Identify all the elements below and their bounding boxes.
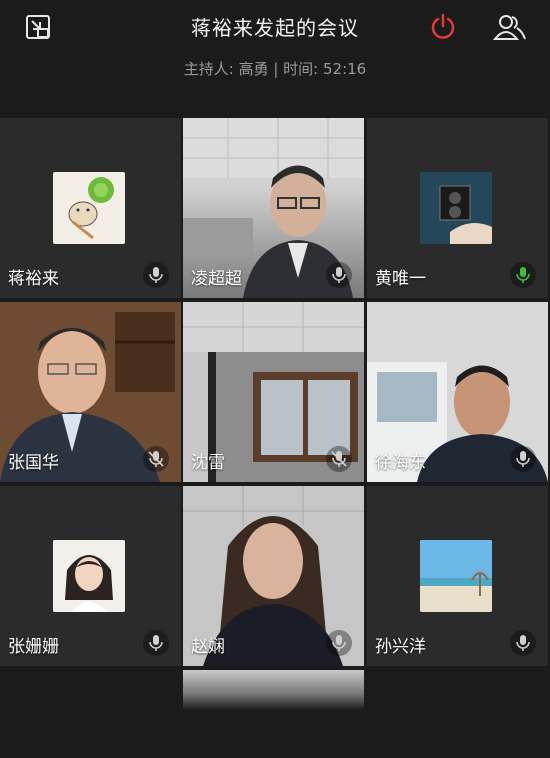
microphone-muted-icon: [143, 446, 169, 472]
microphone-icon: [326, 630, 352, 656]
avatar: [420, 172, 492, 244]
host-time-info: 主持人: 高勇 | 时间: 52:16: [183, 60, 367, 78]
meeting-title: 蒋裕来发起的会议: [191, 16, 359, 40]
microphone-icon: [143, 262, 169, 288]
partial-video-tile: [183, 670, 364, 710]
avatar: [53, 172, 125, 244]
participant-name: 沈雷: [191, 453, 225, 473]
participant-tile[interactable]: 张国华: [0, 302, 181, 482]
participant-tile[interactable]: 黄唯一: [367, 118, 548, 298]
participant-name: 张国华: [8, 453, 59, 473]
participant-tile[interactable]: 孙兴洋: [367, 486, 548, 666]
microphone-icon: [510, 630, 536, 656]
participant-name: 张姗姗: [8, 637, 59, 657]
avatar: [420, 540, 492, 612]
microphone-icon: [326, 262, 352, 288]
participant-grid: 蒋裕来 凌超超 黄唯一 张国华 沈雷 徐海东 张姗姗 赵娴 孙兴洋: [0, 118, 550, 758]
avatar: [53, 540, 125, 612]
participant-tile[interactable]: 沈雷: [183, 302, 364, 482]
participant-name: 孙兴洋: [375, 637, 426, 657]
participant-name: 蒋裕来: [8, 269, 59, 289]
microphone-icon: [510, 446, 536, 472]
participant-tile[interactable]: 张姗姗: [0, 486, 181, 666]
participant-tile[interactable]: 徐海东: [367, 302, 548, 482]
participant-name: 赵娴: [191, 637, 225, 657]
participant-tile[interactable]: 赵娴: [183, 486, 364, 666]
participant-name: 黄唯一: [375, 269, 426, 289]
microphone-active-icon: [510, 262, 536, 288]
members-icon[interactable]: [490, 10, 530, 44]
participant-name: 徐海东: [375, 453, 426, 473]
participant-tile[interactable]: 蒋裕来: [0, 118, 181, 298]
power-icon[interactable]: [426, 10, 460, 44]
microphone-icon: [143, 630, 169, 656]
participant-tile[interactable]: 凌超超: [183, 118, 364, 298]
meeting-header: 蒋裕来发起的会议 主持人: 高勇 | 时间: 52:16: [0, 0, 550, 110]
participant-name: 凌超超: [191, 269, 242, 289]
microphone-muted-icon: [326, 446, 352, 472]
